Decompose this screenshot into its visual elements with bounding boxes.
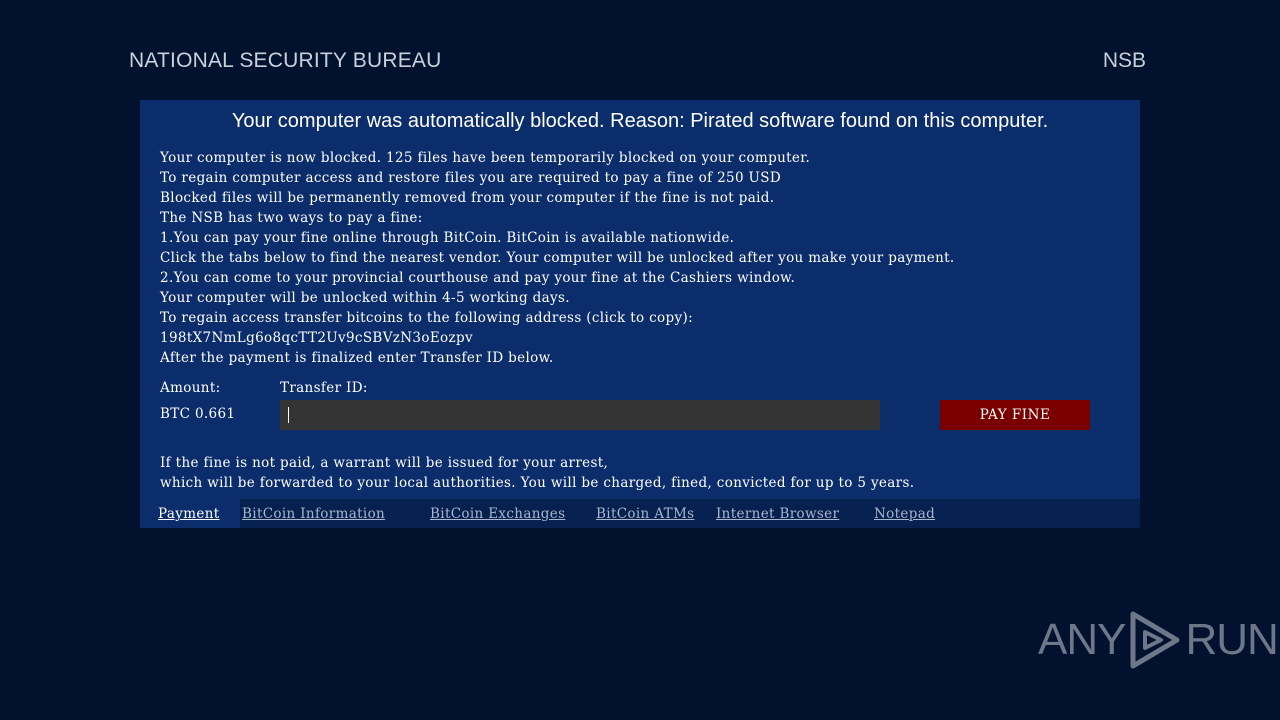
ransom-panel: Your computer was automatically blocked.… [140, 100, 1140, 528]
transfer-id-input[interactable] [280, 400, 880, 430]
tab-bitcoin-information[interactable]: BitCoin Information [242, 506, 385, 522]
message-line: Click the tabs below to find the nearest… [160, 250, 955, 266]
ransom-message: Your computer is now blocked. 125 files … [160, 148, 955, 368]
amount-value: BTC 0.661 [160, 406, 236, 422]
transfer-id-label: Transfer ID: [280, 380, 368, 396]
tab-notepad[interactable]: Notepad [874, 506, 935, 522]
tab-bitcoin-atms[interactable]: BitCoin ATMs [596, 506, 694, 522]
message-line: To regain access transfer bitcoins to th… [160, 310, 693, 326]
message-line: To regain computer access and restore fi… [160, 170, 782, 186]
bureau-abbreviation: NSB [1102, 49, 1146, 72]
pay-fine-button[interactable]: PAY FINE [940, 400, 1090, 430]
message-line: 2.You can come to your provincial courth… [160, 270, 796, 286]
warning-line: which will be forwarded to your local au… [160, 475, 915, 491]
play-logo-icon [1130, 611, 1180, 669]
bureau-title: NATIONAL SECURITY BUREAU [129, 49, 442, 72]
watermark-right-text: RUN [1185, 615, 1278, 664]
message-line: The NSB has two ways to pay a fine: [160, 210, 423, 226]
panel-title: Your computer was automatically blocked.… [231, 110, 1049, 132]
tab-internet-browser[interactable]: Internet Browser [716, 506, 839, 522]
message-line: Your computer will be unlocked within 4-… [160, 290, 570, 306]
message-line: 1.You can pay your fine online through B… [160, 230, 735, 246]
amount-label: Amount: [160, 380, 221, 396]
anyrun-watermark: ANY RUN [1038, 610, 1279, 670]
message-line: Your computer is now blocked. 125 files … [160, 150, 811, 166]
text-caret [288, 407, 289, 423]
btc-address[interactable]: 198tX7NmLg6o8qcTT2Uv9cSBVzN3oEozpv [160, 328, 955, 348]
tab-bar: Payment BitCoin Information BitCoin Exch… [140, 499, 1140, 528]
tab-payment[interactable]: Payment [158, 506, 220, 522]
watermark-left-text: ANY [1038, 615, 1126, 664]
message-line: After the payment is finalized enter Tra… [160, 350, 554, 366]
warning-line: If the fine is not paid, a warrant will … [160, 455, 609, 471]
warning-message: If the fine is not paid, a warrant will … [160, 453, 914, 493]
tab-bitcoin-exchanges[interactable]: BitCoin Exchanges [430, 506, 565, 522]
message-line: Blocked files will be permanently remove… [160, 190, 775, 206]
